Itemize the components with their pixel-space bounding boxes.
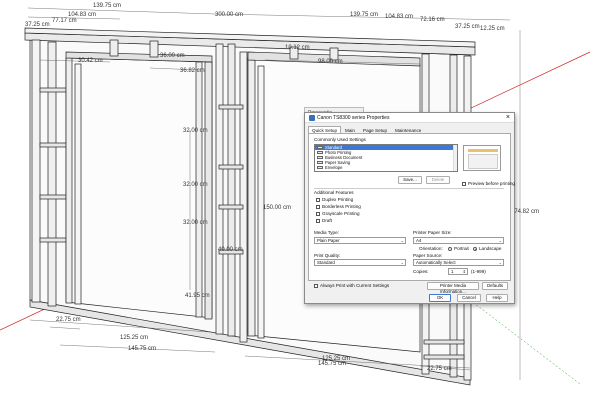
draft-label: Draft <box>322 218 332 223</box>
green-axis <box>469 299 581 385</box>
defaults-button[interactable]: Defaults <box>482 282 508 290</box>
printer-properties-dialog: Canon TS8300 series Properties × Quick S… <box>304 112 515 304</box>
paper-saving-icon <box>317 161 323 164</box>
common-settings-list[interactable]: Standard Photo Printing Business Documen… <box>314 144 458 172</box>
delete-button[interactable]: Delete <box>426 176 450 184</box>
borderless-label: Borderless Printing <box>322 204 361 209</box>
dim-bottom-3: 145.75 cm <box>128 346 157 352</box>
divider <box>314 188 504 189</box>
dim-bottom-6: 22.75 cm <box>427 366 452 372</box>
chevron-down-icon: ⌄ <box>400 260 404 265</box>
dim-bottom-1: 22.75 cm <box>56 317 81 323</box>
landscape-radio[interactable] <box>473 247 477 251</box>
grayscale-label: Grayscale Printing <box>322 211 360 216</box>
dim-top-4: 104.83 cm <box>385 14 414 20</box>
dim-right-upper-2: 98.00 cm <box>318 59 343 65</box>
grayscale-checkbox[interactable] <box>316 212 320 216</box>
landscape-label: Landscape <box>479 246 502 251</box>
close-icon[interactable]: × <box>506 114 510 121</box>
help-button[interactable]: Help <box>486 294 508 302</box>
always-print-checkbox[interactable] <box>314 284 318 288</box>
save-button[interactable]: Save... <box>398 176 422 184</box>
paper-source-select[interactable]: Automatically Select ⌄ <box>413 259 504 266</box>
print-preview-image <box>463 145 501 171</box>
media-type-label: Media Type: <box>314 230 339 235</box>
dim-right-upper-1: 10.12 cm <box>285 45 310 51</box>
dim-height-4: 41.95 cm <box>185 293 210 299</box>
dim-top-1: 139.75 cm <box>93 3 122 9</box>
list-item-label: Envelope <box>325 165 343 170</box>
borderless-checkbox[interactable] <box>316 205 320 209</box>
photo-icon <box>317 151 323 154</box>
dim-overall-height: 274.82 cm <box>511 209 540 215</box>
document-icon <box>317 156 323 159</box>
copies-stepper[interactable]: 1 ⇕ <box>448 268 468 275</box>
dim-height-1: 32.00 cm <box>183 128 208 134</box>
chevron-down-icon: ⌄ <box>400 238 404 243</box>
printer-icon <box>309 115 315 121</box>
paper-source-label: Paper Source: <box>413 253 443 258</box>
draft-checkbox[interactable] <box>316 219 320 223</box>
paper-size-select[interactable]: A4 ⌄ <box>413 237 504 244</box>
dim-height-6: 40.00 cm <box>218 247 243 253</box>
dialog-titlebar[interactable]: Canon TS8300 series Properties × <box>305 113 514 123</box>
media-type-value: Plain Paper <box>317 238 340 243</box>
cancel-button[interactable]: Cancel <box>457 294 481 302</box>
dim-top-3: 139.75 cm <box>350 12 379 18</box>
copies-value: 1 <box>451 269 454 274</box>
copies-label: Copies: <box>413 269 429 274</box>
dim-top-5: 72.16 cm <box>420 17 445 23</box>
dim-left-upper-1: 30.42 cm <box>78 58 103 64</box>
dim-top-10: 37.25 cm <box>455 24 480 30</box>
ok-button[interactable]: OK <box>429 294 451 302</box>
tab-bar: Quick Setup Main Page Setup Maintenance <box>308 126 425 133</box>
portrait-radio[interactable] <box>448 247 452 251</box>
duplex-checkbox[interactable] <box>316 198 320 202</box>
spin-arrows-icon[interactable]: ⇕ <box>463 269 466 274</box>
print-quality-value: Standard <box>317 260 335 265</box>
paper-size-value: A4 <box>416 238 422 243</box>
tab-maintenance[interactable]: Maintenance <box>391 126 425 133</box>
tab-quick-setup[interactable]: Quick Setup <box>308 126 342 133</box>
dim-height-5: 150.00 cm <box>263 205 292 211</box>
dim-bottom-5: 125.25 cm <box>322 356 351 362</box>
dim-top-8: 37.25 cm <box>25 22 50 28</box>
printer-media-info-button[interactable]: Printer Media Information... <box>427 282 479 294</box>
dim-top-2: 300.00 cm <box>215 12 244 18</box>
preview-checkbox[interactable] <box>462 182 466 186</box>
chevron-down-icon: ⌄ <box>498 260 502 265</box>
list-scrollbar[interactable] <box>453 145 457 171</box>
tab-main[interactable]: Main <box>341 126 359 133</box>
standard-icon <box>317 146 323 149</box>
portrait-label: Portrait <box>454 246 469 251</box>
dim-left-upper-2: 36.00 cm <box>160 53 185 59</box>
dim-bottom-2: 125.25 cm <box>120 335 149 341</box>
dim-top-9: 12.25 cm <box>480 26 505 32</box>
media-type-select[interactable]: Plain Paper ⌄ <box>314 237 406 244</box>
paper-source-value: Automatically Select <box>416 260 456 265</box>
preview-body <box>468 154 498 169</box>
common-settings-label: Commonly Used Settings <box>314 137 366 142</box>
chevron-down-icon: ⌄ <box>498 238 502 243</box>
preview-header-band <box>468 149 498 152</box>
dialog-title: Canon TS8300 series Properties <box>317 115 390 121</box>
envelope-icon <box>317 166 323 169</box>
paper-size-label: Printer Paper Size: <box>413 230 452 235</box>
duplex-label: Duplex Printing <box>322 197 354 202</box>
print-quality-label: Print Quality: <box>314 253 341 258</box>
orientation-label: Orientation: <box>419 246 443 251</box>
preview-label: Preview before printing <box>468 181 515 186</box>
additional-features-label: Additional Features <box>314 190 354 195</box>
list-item[interactable]: Envelope <box>315 165 457 170</box>
copies-range: (1-999) <box>471 269 486 274</box>
dim-top-7: 77.17 cm <box>52 18 77 24</box>
dim-height-3: 32.00 cm <box>183 220 208 226</box>
print-quality-select[interactable]: Standard ⌄ <box>314 259 406 266</box>
dim-height-2: 32.00 cm <box>183 182 208 188</box>
dim-left-upper-3: 36.82 cm <box>180 68 205 74</box>
tab-page-setup[interactable]: Page Setup <box>359 126 391 133</box>
always-print-label: Always Print with Current Settings <box>320 283 390 288</box>
